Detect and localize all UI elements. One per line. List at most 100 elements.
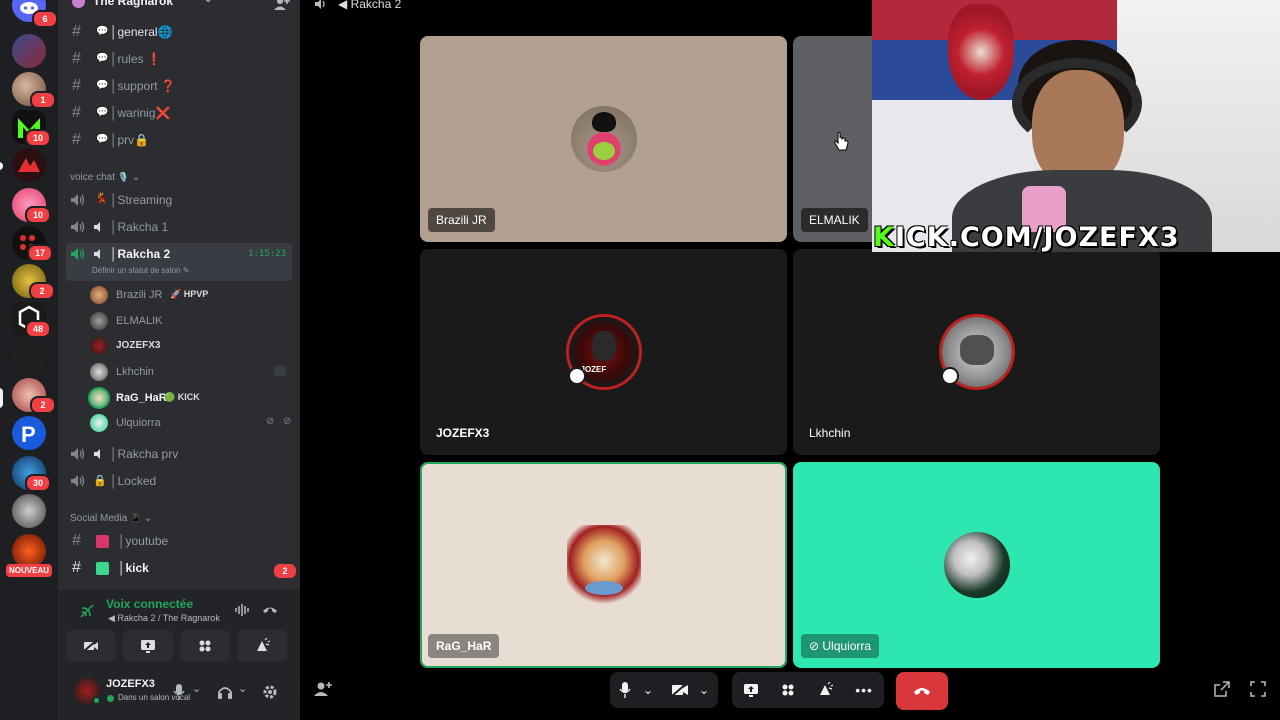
hash-icon: # xyxy=(72,104,81,121)
channel-rules[interactable]: # 💬 │rules ❗ xyxy=(66,48,292,72)
streaming-indicator-icon xyxy=(941,367,959,385)
participant-tile[interactable]: JOZEF JOZEFX3 xyxy=(420,249,787,455)
username[interactable]: JOZEFX3 xyxy=(106,678,155,690)
avatar xyxy=(90,286,108,304)
mic-control[interactable]: ⌄ ⌄ xyxy=(610,672,718,708)
call-timer: 1:15:23 xyxy=(248,249,286,259)
activities-icon[interactable] xyxy=(781,683,795,697)
avatar xyxy=(90,389,108,407)
channel-label: │kick xyxy=(118,561,149,575)
participant-tile[interactable]: ⊘ Ulquiorra xyxy=(793,462,1160,668)
notification-badge: 10 xyxy=(25,129,51,147)
user-tag: 🟢 KICK xyxy=(164,392,200,402)
channel-youtube[interactable]: # │youtube xyxy=(66,530,292,554)
participant-tile[interactable]: Lkhchin xyxy=(793,249,1160,455)
chevron-down-icon: ⌄ xyxy=(131,172,141,183)
voice-channel-rakcha-2[interactable]: │Rakcha 2 1:15:23 Définir un statut de s… xyxy=(66,243,292,281)
channel-warinig[interactable]: # 💬 │warinig❌ xyxy=(66,102,292,126)
coat-of-arms xyxy=(948,4,1014,100)
voice-user[interactable]: Ulquiorra ⊘ ⊘ ⌄ xyxy=(90,414,310,436)
fullscreen-icon[interactable] xyxy=(1250,681,1266,697)
server-icon[interactable] xyxy=(12,534,46,568)
leave-call-button[interactable] xyxy=(896,672,948,710)
voice-user[interactable]: ELMALIK xyxy=(90,312,290,334)
activities-button[interactable] xyxy=(180,630,230,662)
small-speaker-icon xyxy=(94,249,100,259)
channel-general[interactable]: # 💬 │general🌐 xyxy=(66,21,292,45)
notification-badge: 17 xyxy=(27,244,53,262)
channel-label: │rules ❗ xyxy=(110,52,162,66)
chevron-down-icon[interactable]: ⌄ xyxy=(192,682,201,695)
chevron-down-icon[interactable]: ⌄ xyxy=(643,683,653,697)
avatar xyxy=(90,337,108,355)
media-controls: ••• xyxy=(732,672,884,708)
server-header[interactable]: The Ragnarok ⌄ xyxy=(58,0,300,18)
server-icon[interactable] xyxy=(12,340,46,374)
server-rail: 6 1 10 10 17 2 48 2 P 30 NOUVEAU xyxy=(0,0,58,720)
server-icon[interactable] xyxy=(12,494,46,528)
muted-mic-icon: ⊘ xyxy=(266,416,275,427)
voice-location[interactable]: ◀ Rakcha 2 / The Ragnarok xyxy=(108,613,220,624)
voice-channel-rakcha-prv[interactable]: │Rakcha prv xyxy=(66,443,292,467)
server-name: The Ragnarok xyxy=(93,0,174,8)
headphones-icon[interactable] xyxy=(217,684,233,700)
server-icon[interactable] xyxy=(12,148,46,182)
participant-name: Lkhchin xyxy=(809,426,851,440)
soundboard-icon xyxy=(257,638,270,651)
status-dot xyxy=(92,696,101,705)
channel-label: │Rakcha 2 xyxy=(110,247,171,261)
voice-user[interactable]: Lkhchin xyxy=(90,363,290,385)
server-icon[interactable] xyxy=(12,34,46,68)
voice-channel-rakcha-1[interactable]: │Rakcha 1 xyxy=(66,216,292,240)
noise-suppression-icon[interactable] xyxy=(234,604,250,616)
user-tag: 🚀 HPVP xyxy=(170,289,209,299)
speaker-icon xyxy=(71,248,85,260)
status-dot xyxy=(107,695,114,702)
camera-off-button[interactable] xyxy=(66,630,116,662)
voice-channel-locked[interactable]: 🔒 │Locked xyxy=(66,470,292,494)
pencil-icon: ✎ xyxy=(182,266,190,275)
microphone-icon[interactable] xyxy=(173,684,185,700)
chevron-down-icon[interactable]: ⌄ xyxy=(238,682,247,695)
speaker-icon xyxy=(71,448,85,460)
share-screen-button[interactable] xyxy=(123,630,173,662)
voice-user-name: Ulquiorra xyxy=(116,417,161,429)
voice-user-name: Brazili JR xyxy=(116,289,163,301)
kick-banner: KICK.COM/JOZEFX3 xyxy=(873,222,1180,253)
category-voice-chat[interactable]: voice chat 🎙️ ⌄ xyxy=(70,172,140,183)
invite-to-voice-icon[interactable] xyxy=(314,681,332,697)
voice-user[interactable]: RaG_HaR 🟢 KICK xyxy=(90,389,290,411)
participant-tile[interactable]: RaG_HaR xyxy=(420,462,787,668)
chat-bubble-icon: 💬 xyxy=(96,134,109,145)
gear-icon[interactable] xyxy=(262,684,278,700)
server-icon[interactable]: P xyxy=(12,416,46,450)
channel-label: │support ❓ xyxy=(110,79,176,93)
channel-status[interactable]: Définir un statut de salon ✎ xyxy=(92,266,189,275)
share-screen-icon[interactable] xyxy=(743,683,759,697)
voice-user[interactable]: JOZEFX3 xyxy=(90,337,290,359)
channel-label: │warinig❌ xyxy=(110,106,171,120)
voice-status[interactable]: Voix connectée xyxy=(106,597,193,611)
chevron-down-icon[interactable]: ⌄ xyxy=(699,683,709,697)
voice-channel-streaming[interactable]: 💃 │Streaming xyxy=(66,189,292,213)
invite-user-icon[interactable] xyxy=(274,0,290,11)
voice-user[interactable]: Brazili JR 🚀 HPVP xyxy=(90,286,290,308)
hash-icon: # xyxy=(72,131,81,148)
notification-badge: 30 xyxy=(25,474,51,492)
more-options-icon[interactable]: ••• xyxy=(855,682,873,698)
camera-off-icon xyxy=(671,683,688,697)
chevron-down-icon: ⌄ xyxy=(144,513,153,524)
notification-badge: 1 xyxy=(30,91,56,109)
category-social-media[interactable]: Social Media 📱 ⌄ xyxy=(70,513,152,524)
soundboard-button[interactable] xyxy=(237,630,287,662)
disconnect-icon[interactable] xyxy=(262,604,278,616)
speaker-icon xyxy=(71,221,85,233)
channel-support[interactable]: # 💬 │support ❓ xyxy=(66,75,292,99)
channel-label: │general🌐 xyxy=(110,25,173,39)
channel-kick[interactable]: # │kick 2 xyxy=(66,557,298,581)
pop-out-icon[interactable] xyxy=(1214,681,1230,697)
mouse-cursor-icon xyxy=(834,132,849,151)
soundboard-icon[interactable] xyxy=(817,682,834,698)
participant-tile[interactable]: Brazili JR xyxy=(420,36,787,242)
channel-prv[interactable]: # 💬 │prv🔒 xyxy=(66,129,292,153)
